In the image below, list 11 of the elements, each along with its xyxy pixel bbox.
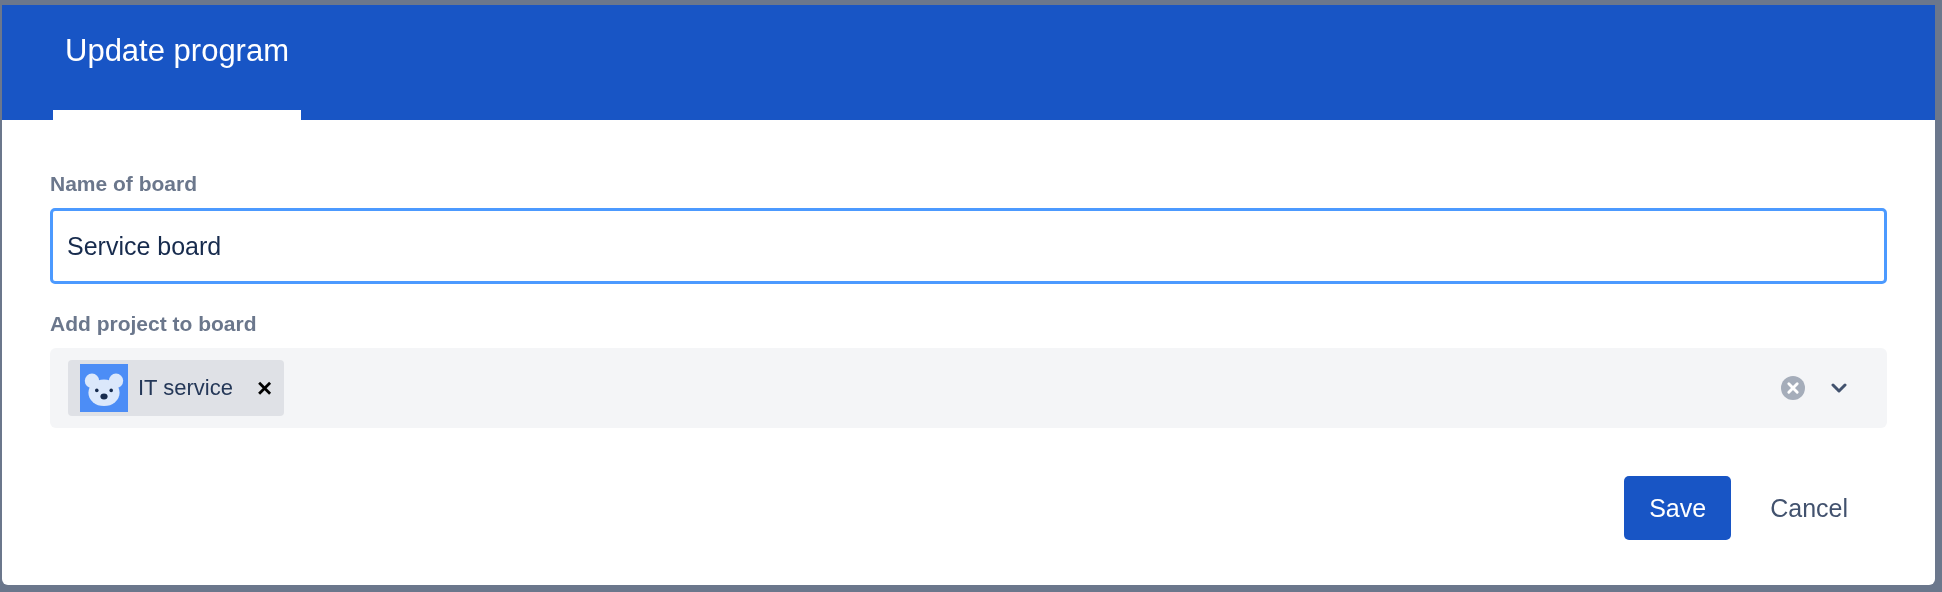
save-button[interactable]: Save: [1624, 476, 1732, 540]
field-label: Name of board: [50, 172, 199, 196]
koala-avatar-icon: [80, 364, 128, 412]
dialog-tab[interactable]: Update program: [53, 33, 301, 120]
cancel-button[interactable]: Cancel: [1745, 476, 1873, 540]
chip-label: IT service: [138, 375, 233, 401]
chevron-down-icon[interactable]: [1831, 383, 1847, 393]
field-label: Add project to board: [50, 312, 258, 336]
remove-chip-button[interactable]: ×: [256, 372, 273, 404]
project-select[interactable]: IT service ×: [50, 348, 1887, 428]
board-name-field[interactable]: Service board: [50, 208, 1887, 284]
